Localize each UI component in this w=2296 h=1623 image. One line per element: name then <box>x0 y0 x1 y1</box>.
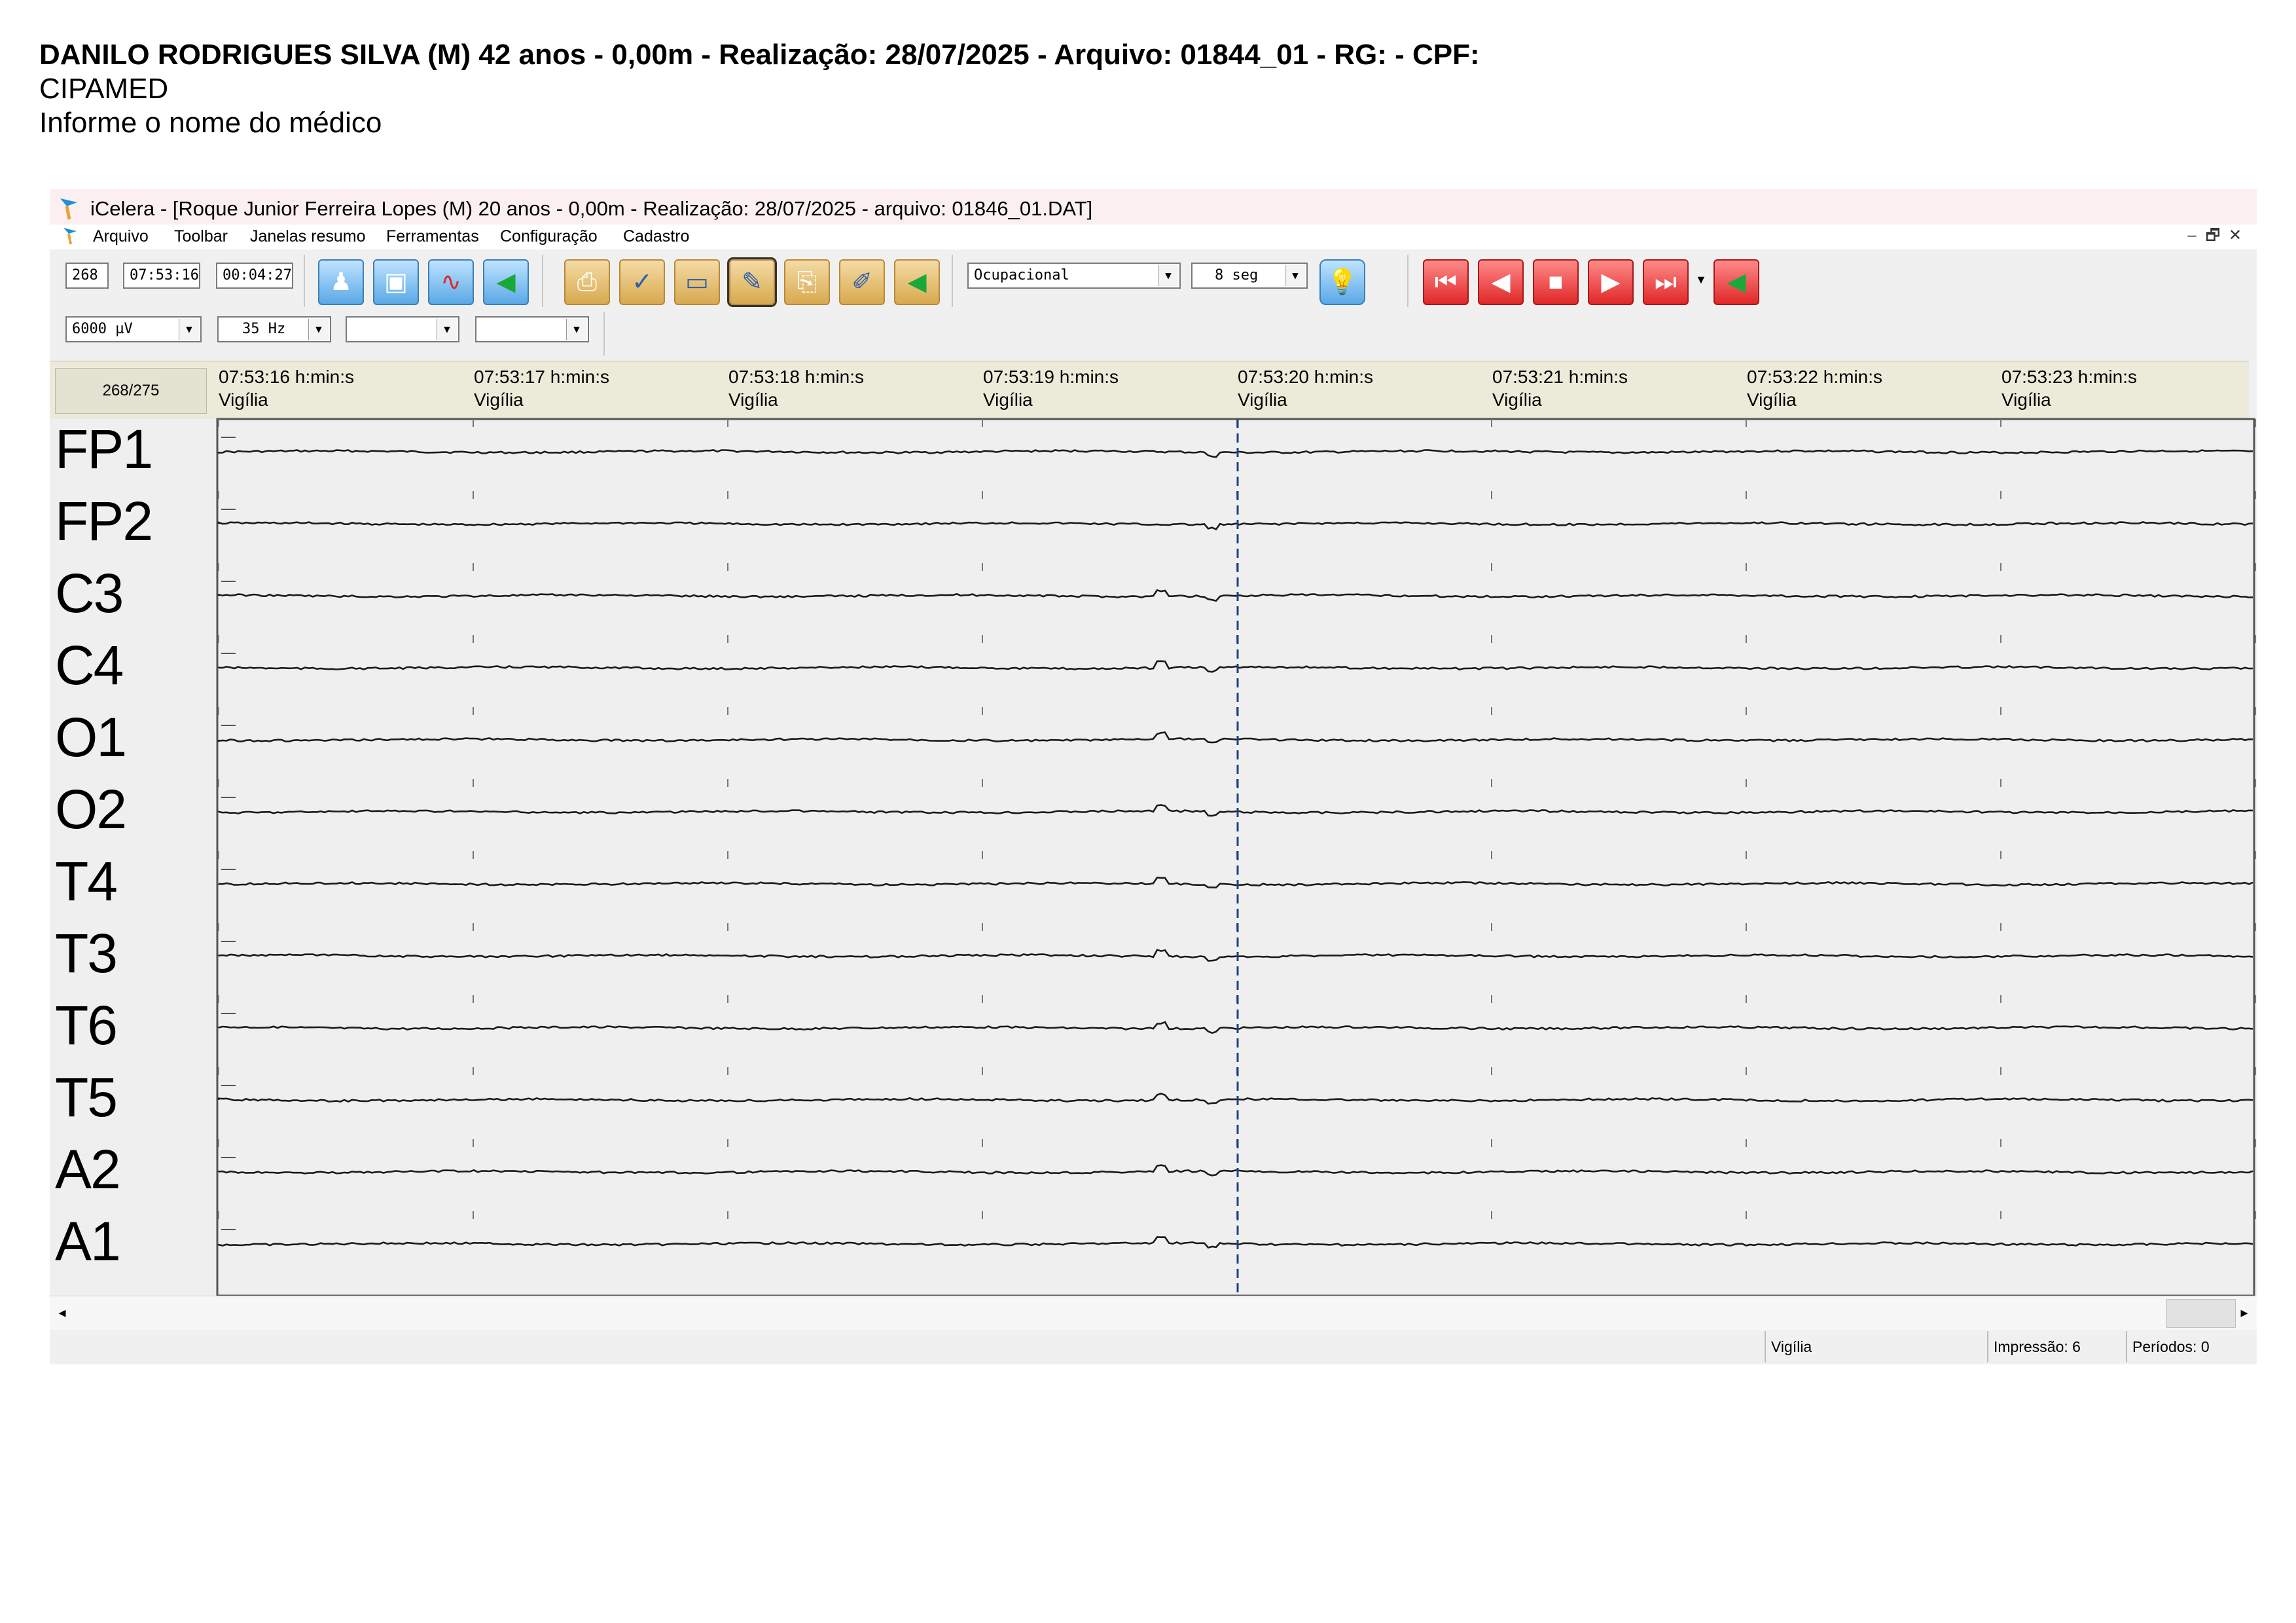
app-window: iCelera - [Roque Junior Ferreira Lopes (… <box>50 189 2257 1364</box>
channel-label-fp1: FP1 <box>55 418 153 480</box>
menu-ferramentas[interactable]: Ferramentas <box>386 227 479 246</box>
patient-icon[interactable]: ♟ <box>318 259 364 305</box>
chevron-down-icon: ▼ <box>308 319 329 340</box>
time-field[interactable]: 07:53:16 <box>123 263 200 289</box>
channel-label-fp2: FP2 <box>55 490 153 552</box>
app-logo-icon <box>63 228 77 245</box>
printer-icon[interactable]: ⎙ <box>564 259 610 305</box>
status-periods: Períodos: 0 <box>2126 1331 2257 1362</box>
clinic-name: CIPAMED <box>39 73 169 105</box>
stop-icon[interactable]: ■ <box>1533 259 1579 305</box>
eeg-chart[interactable] <box>50 361 2257 1296</box>
chevron-down-icon: ▼ <box>179 319 199 340</box>
chevron-down-icon: ▼ <box>437 319 457 340</box>
sensitivity-value: 6000 µV <box>72 321 133 337</box>
mode-select[interactable]: Ocupacional ▼ <box>967 263 1181 289</box>
channel-label-c3: C3 <box>55 562 124 624</box>
next-page-icon[interactable]: ▶ <box>1588 259 1634 305</box>
chevron-down-icon: ▼ <box>566 319 586 340</box>
window-title: iCelera - [Roque Junior Ferreira Lopes (… <box>90 197 1093 220</box>
channel-label-t4: T4 <box>55 850 118 912</box>
chevron-down-icon: ▼ <box>1158 265 1178 286</box>
channel-label-o1: O1 <box>55 706 127 768</box>
minimize-icon[interactable]: – <box>2182 226 2202 246</box>
channel-label-a2: A2 <box>55 1139 121 1200</box>
horizontal-scrollbar[interactable]: ◂ ▸ <box>50 1296 2257 1331</box>
print-setup-icon[interactable]: ⎘ <box>784 259 830 305</box>
close-icon[interactable]: ✕ <box>2225 226 2245 246</box>
window-length-value: 8 seg <box>1215 267 1259 283</box>
filter-value: 35 Hz <box>242 321 286 337</box>
montage-select[interactable]: ▼ <box>346 316 459 342</box>
back-arrow-icon[interactable]: ◀ <box>1713 259 1759 305</box>
report-title: DANILO RODRIGUES SILVA (M) 42 anos - 0,0… <box>39 39 1480 71</box>
edit-check-icon[interactable]: ✓ <box>619 259 665 305</box>
filter-select[interactable]: 35 Hz ▼ <box>217 316 331 342</box>
help-bulb-icon[interactable]: 💡 <box>1319 259 1365 305</box>
status-stage: Vigília <box>1765 1331 1987 1362</box>
channel-label-t3: T3 <box>55 922 118 984</box>
restore-icon[interactable]: 🗗 <box>2203 226 2223 246</box>
status-print: Impressão: 6 <box>1987 1331 2125 1362</box>
previous-page-icon[interactable]: ◀ <box>1478 259 1524 305</box>
window-titlebar: iCelera - [Roque Junior Ferreira Lopes (… <box>50 189 2257 225</box>
scroll-right-icon[interactable]: ▸ <box>2233 1298 2255 1328</box>
app-logo-icon <box>60 198 77 220</box>
chevron-down-icon[interactable]: ▼ <box>1695 273 1707 287</box>
status-bar: Vigília Impressão: 6 Períodos: 0 <box>50 1330 2257 1364</box>
back-arrow-icon[interactable]: ◀ <box>894 259 940 305</box>
channel-label-a1: A1 <box>55 1211 121 1272</box>
last-page-icon[interactable]: ⏭ <box>1643 259 1689 305</box>
doctor-prompt: Informe o nome do médico <box>39 107 382 139</box>
video-camera-icon[interactable]: ▣ <box>373 259 419 305</box>
report-edit-icon[interactable]: ✎ <box>727 257 777 307</box>
mode-value: Ocupacional <box>974 267 1069 283</box>
channel-label-t6: T6 <box>55 994 118 1056</box>
menu-toolbar[interactable]: Toolbar <box>174 227 228 246</box>
scroll-left-icon[interactable]: ◂ <box>51 1298 73 1328</box>
channel-label-c4: C4 <box>55 634 124 696</box>
elapsed-field[interactable]: 00:04:27 <box>216 263 293 289</box>
reference-select[interactable]: ▼ <box>475 316 589 342</box>
scroll-thumb[interactable] <box>2166 1299 2236 1328</box>
report-header: DANILO RODRIGUES SILVA (M) 42 anos - 0,0… <box>39 38 1480 140</box>
monitor-icon[interactable]: ▭ <box>674 259 720 305</box>
back-arrow-icon[interactable]: ◀ <box>483 259 529 305</box>
menu-bar: Arquivo Toolbar Janelas resumo Ferrament… <box>50 225 2257 249</box>
eeg-wave-icon[interactable]: ∿ <box>428 259 474 305</box>
menu-configuracao[interactable]: Configuração <box>500 227 598 246</box>
channel-label-o2: O2 <box>55 778 127 840</box>
menu-arquivo[interactable]: Arquivo <box>93 227 149 246</box>
page-field[interactable]: 268 <box>65 263 109 289</box>
channel-label-t5: T5 <box>55 1067 118 1128</box>
chevron-down-icon: ▼ <box>1285 265 1305 286</box>
notes-icon[interactable]: ✐ <box>839 259 885 305</box>
menu-janelas-resumo[interactable]: Janelas resumo <box>250 227 365 246</box>
toolbar: 268 07:53:16 00:04:27 ♟ ▣ ∿ ◀ ⎙ ✓ ▭ ✎ ⎘ … <box>50 249 2249 361</box>
sensitivity-select[interactable]: 6000 µV ▼ <box>65 316 202 342</box>
first-page-icon[interactable]: ⏮ <box>1423 259 1469 305</box>
menu-cadastro[interactable]: Cadastro <box>623 227 689 246</box>
window-length-select[interactable]: 8 seg ▼ <box>1191 263 1308 289</box>
